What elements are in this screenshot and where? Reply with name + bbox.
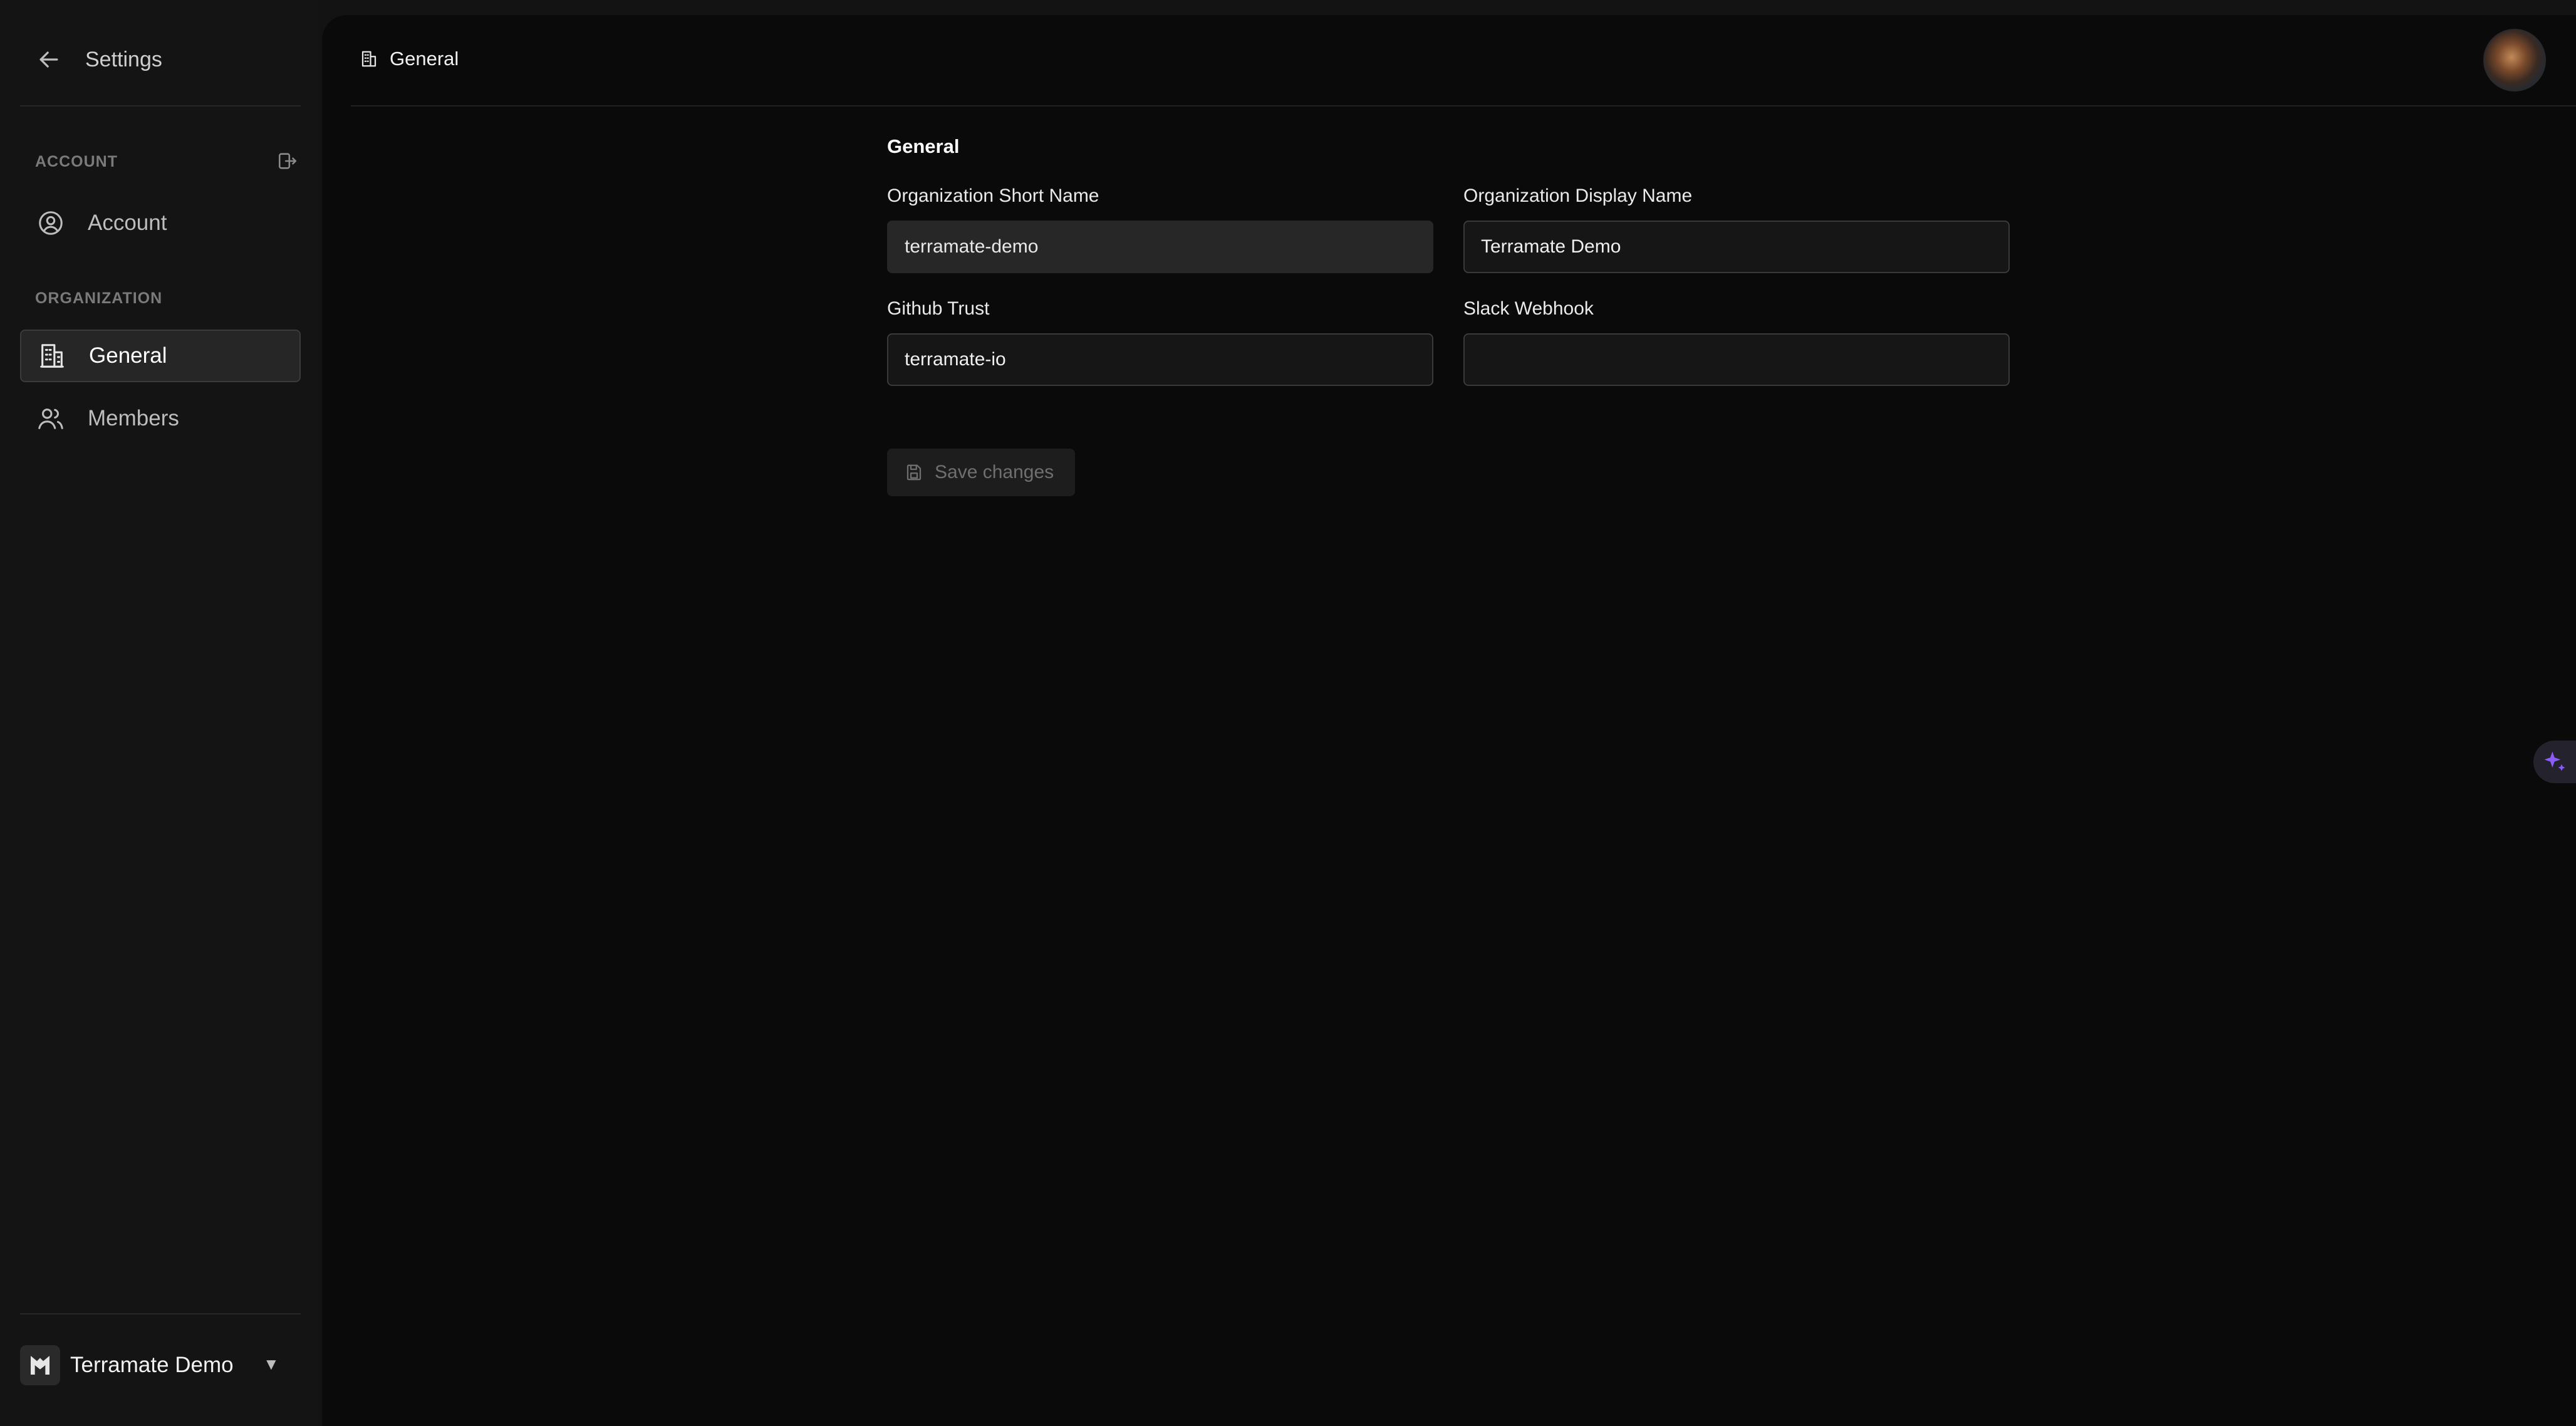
terramate-logo-icon [31, 1356, 49, 1375]
users-icon [38, 409, 63, 429]
main-panel: General General Organization Short Name … [322, 15, 2576, 1426]
sidebar-title: Settings [85, 47, 162, 71]
sidebar-item-general[interactable]: General [20, 330, 301, 382]
page-title: General [887, 135, 960, 157]
app-root: Settings ACCOUNT Account ORGANIZATION Ge… [0, 0, 2576, 1426]
back-to-settings-button[interactable]: Settings [35, 38, 162, 81]
save-icon [906, 464, 922, 481]
sidebar-item-account[interactable]: Account [20, 197, 301, 249]
ai-assistant-button[interactable] [2533, 741, 2576, 783]
breadcrumb-label: General [390, 48, 459, 70]
sidebar-item-members[interactable]: Members [20, 392, 301, 445]
top-bar: General [351, 15, 2576, 107]
sidebar-divider [20, 105, 301, 107]
org-display-name-label: Organization Display Name [1463, 185, 1693, 206]
chevron-down-icon: ▼ [263, 1355, 279, 1373]
slack-webhook-field[interactable] [1463, 333, 2010, 386]
building-icon [361, 51, 377, 67]
user-circle-icon [39, 211, 63, 235]
organization-section-label: ORGANIZATION [35, 289, 163, 307]
sidebar-item-label: Members [88, 406, 179, 430]
organization-switcher[interactable]: Terramate Demo ▼ [20, 1345, 283, 1386]
sidebar: Settings ACCOUNT Account ORGANIZATION Ge… [0, 0, 319, 1426]
org-display-name-field[interactable] [1463, 221, 2010, 273]
github-trust-field[interactable] [887, 333, 1433, 386]
logout-icon[interactable] [277, 150, 298, 172]
org-short-name-field [887, 221, 1433, 273]
slack-webhook-label: Slack Webhook [1463, 298, 1594, 319]
org-name: Terramate Demo [70, 1353, 234, 1377]
building-icon [40, 344, 64, 368]
arrow-left-icon [39, 51, 58, 68]
org-short-name-label: Organization Short Name [887, 185, 1099, 206]
sidebar-item-label: General [89, 343, 167, 368]
sparkles-icon [2544, 751, 2565, 771]
breadcrumb: General [360, 48, 459, 70]
sidebar-divider [20, 1313, 301, 1314]
github-trust-label: Github Trust [887, 298, 990, 319]
avatar[interactable] [2483, 29, 2546, 91]
save-changes-button[interactable]: Save changes [887, 449, 1075, 496]
save-button-label: Save changes [935, 462, 1054, 482]
sidebar-item-label: Account [88, 211, 167, 235]
account-section-label: ACCOUNT [35, 153, 118, 170]
org-logo [20, 1345, 60, 1385]
